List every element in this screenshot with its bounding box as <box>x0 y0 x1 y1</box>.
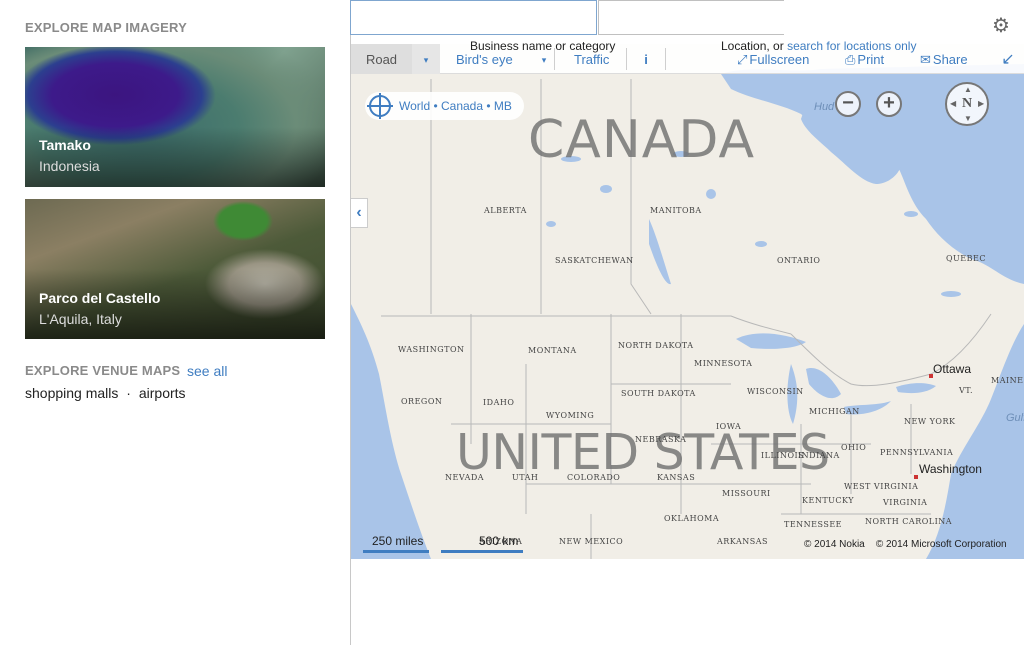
state-label: WISCONSIN <box>747 387 804 396</box>
road-view-button[interactable]: Road <box>351 44 412 74</box>
state-label: MANITOBA <box>650 206 702 215</box>
state-label: WASHINGTON <box>398 345 465 354</box>
state-label: MAINE <box>991 376 1024 385</box>
water-label: Hud <box>814 101 835 113</box>
see-all-link[interactable]: see all <box>187 363 227 379</box>
tile-shade <box>25 127 325 187</box>
fullscreen-label: Fullscreen <box>749 52 810 67</box>
search-locations-only-link[interactable]: search for locations only <box>787 39 916 53</box>
state-label: MONTANA <box>528 346 577 355</box>
state-label: NEBRASKA <box>635 435 687 444</box>
scale-km-label: 500 km <box>479 534 519 548</box>
compass-north-label: N <box>961 96 973 111</box>
state-label: OKLAHOMA <box>664 514 720 523</box>
tile-title: Tamako <box>39 137 91 153</box>
zoom-in-button[interactable]: + <box>876 91 902 117</box>
venue-links: shopping malls · airports <box>25 385 186 401</box>
zoom-out-button[interactable]: − <box>835 91 861 117</box>
venue-separator: · <box>126 385 131 401</box>
compass-icon[interactable]: ▲ ▼ ◀ ▶ N <box>945 82 989 126</box>
gear-icon[interactable]: ⚙ <box>991 16 1011 36</box>
location-placeholder-text: Location, or <box>721 39 784 53</box>
shopping-malls-link[interactable]: shopping malls <box>25 385 118 401</box>
collapse-icon[interactable]: ↙ <box>999 44 1017 74</box>
state-label: PENNSYLVANIA <box>880 448 954 457</box>
state-label: WEST VIRGINIA <box>844 482 919 491</box>
scale-miles-label: 250 miles <box>372 534 424 548</box>
share-icon: ✉ <box>920 52 931 67</box>
city-marker <box>914 475 918 479</box>
explore-venue-heading: EXPLORE VENUE MAPS <box>25 363 181 378</box>
compass-arrow-up: ▲ <box>964 85 972 94</box>
state-label: OREGON <box>401 397 443 406</box>
state-label: SASKATCHEWAN <box>555 256 634 265</box>
state-label: INDIANA <box>798 451 840 460</box>
state-label: UTAH <box>512 473 539 482</box>
state-label: WYOMING <box>546 411 595 420</box>
water-label: Gulf <box>1006 412 1024 424</box>
road-dropdown-button[interactable]: ▾ <box>412 44 440 74</box>
print-icon: ⎙ <box>845 52 856 67</box>
business-search-placeholder: Business name or category <box>470 39 616 53</box>
location-search-placeholder: Location, or search for locations only <box>721 39 916 53</box>
state-label: MINNESOTA <box>694 359 753 368</box>
state-label: ARKANSAS <box>717 537 768 546</box>
state-label: NEW MEXICO <box>559 537 624 546</box>
map-copyright: © 2014 Nokia © 2014 Microsoft Corporatio… <box>804 539 1007 550</box>
map-breadcrumb[interactable]: World • Canada • MB <box>365 92 524 120</box>
state-label: NORTH CAROLINA <box>865 517 953 526</box>
map-canvas[interactable]: Road ▾ Bird's eye ▾ Traffic i ⤢ Fullscree… <box>351 44 1024 559</box>
tile-subtitle: L'Aquila, Italy <box>39 311 122 327</box>
toolbar-separator <box>626 48 627 70</box>
state-label: COLORADO <box>567 473 621 482</box>
state-label: NEW YORK <box>904 417 956 426</box>
collapse-panel-button[interactable]: ‹ <box>351 198 368 228</box>
state-label: IOWA <box>716 422 742 431</box>
toolbar-separator <box>665 48 666 70</box>
state-label: IDAHO <box>483 398 515 407</box>
imagery-tile-tamako[interactable]: Tamako Indonesia <box>25 47 325 187</box>
city-label: Ottawa <box>933 362 972 376</box>
info-icon[interactable]: i <box>638 44 654 74</box>
state-label: KENTUCKY <box>802 496 855 505</box>
fullscreen-icon: ⤢ <box>737 52 748 67</box>
left-panel: EXPLORE MAP IMAGERY Tamako Indonesia Par… <box>0 0 350 645</box>
state-label: MICHIGAN <box>809 407 860 416</box>
locate-icon <box>367 93 393 119</box>
country-label: CANADA <box>528 110 756 170</box>
airports-link[interactable]: airports <box>139 385 186 401</box>
tile-title: Parco del Castello <box>39 290 161 306</box>
state-label: SOUTH DAKOTA <box>621 389 696 398</box>
location-search-input[interactable] <box>598 0 784 35</box>
state-label: ONTARIO <box>777 256 821 265</box>
scale-miles-bar <box>363 550 429 553</box>
state-label: MISSOURI <box>722 489 771 498</box>
state-label: TENNESSEE <box>784 520 843 529</box>
share-label: Share <box>932 52 968 67</box>
state-label: VT. <box>959 386 973 395</box>
map-toolbar: Road ▾ Bird's eye ▾ Traffic i ⤢ Fullscree… <box>351 44 1024 74</box>
compass-arrow-down: ▼ <box>964 114 972 123</box>
explore-imagery-heading: EXPLORE MAP IMAGERY <box>25 20 187 35</box>
tile-subtitle: Indonesia <box>39 158 100 174</box>
business-search-input[interactable] <box>350 0 597 35</box>
state-label: OHIO <box>841 443 867 452</box>
share-button[interactable]: ✉ Share <box>920 44 968 74</box>
state-label: QUEBEC <box>946 254 986 263</box>
breadcrumb-text: World • Canada • MB <box>399 99 512 113</box>
state-label: KANSAS <box>657 473 696 482</box>
print-label: Print <box>857 52 885 67</box>
state-label: NORTH DAKOTA <box>618 341 694 350</box>
state-label: VIRGINIA <box>883 498 928 507</box>
state-label: NEVADA <box>445 473 485 482</box>
city-label: Washington <box>919 462 982 476</box>
scale-km-bar <box>441 550 523 553</box>
state-label: ALBERTA <box>484 206 527 215</box>
imagery-tile-parco-del-castello[interactable]: Parco del Castello L'Aquila, Italy <box>25 199 325 339</box>
